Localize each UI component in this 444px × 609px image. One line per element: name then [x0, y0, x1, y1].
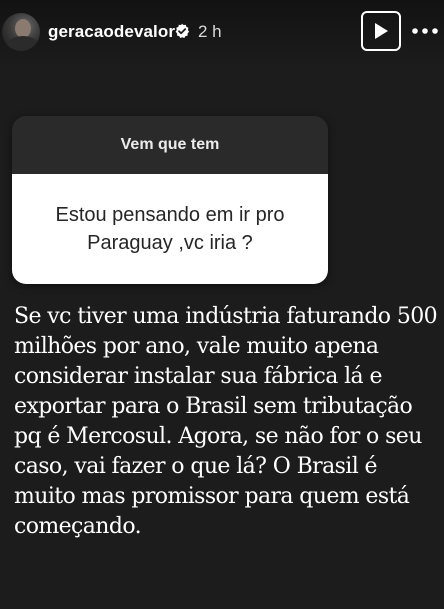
play-icon — [375, 23, 388, 39]
sticker-body: Estou pensando em ir pro Paraguay ,vc ir… — [12, 174, 328, 284]
more-options-button[interactable] — [409, 16, 441, 46]
more-horizontal-icon — [412, 28, 438, 34]
post-time: 2 h — [198, 22, 222, 41]
sticker-header: Vem que tem — [12, 116, 328, 174]
profile-avatar[interactable] — [2, 13, 40, 51]
avatar-body — [7, 36, 39, 51]
play-button[interactable] — [361, 11, 401, 51]
story-header: geracaodevalor 2 h — [0, 0, 444, 70]
sticker-question: Estou pensando em ir pro Paraguay ,vc ir… — [55, 204, 285, 254]
sticker-title: Vem que tem — [120, 136, 220, 153]
story-viewer: geracaodevalor 2 h Vem que tem Estou pen… — [0, 0, 444, 609]
username[interactable]: geracaodevalor — [48, 22, 175, 42]
answer-text: Se vc tiver uma indústria faturando 500 … — [14, 304, 438, 539]
verified-badge-icon — [174, 23, 190, 39]
question-sticker: Vem que tem Estou pensando em ir pro Par… — [12, 116, 328, 284]
